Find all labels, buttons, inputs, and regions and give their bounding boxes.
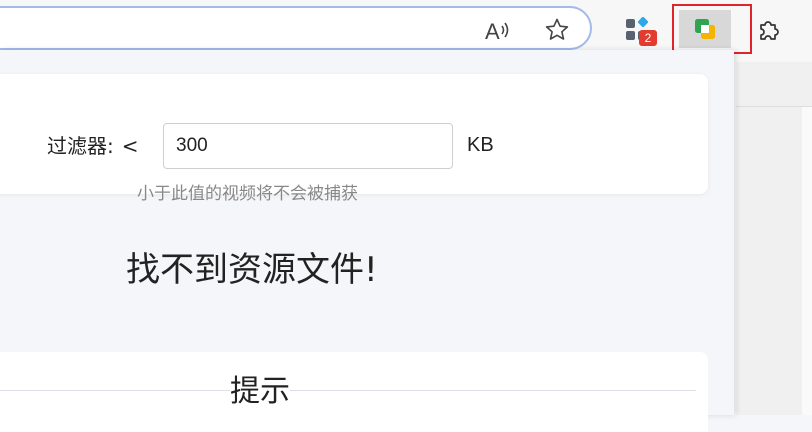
extensions-badge: 2 [639, 30, 657, 46]
puzzle-icon[interactable] [752, 14, 786, 46]
video-downloader-extension-icon[interactable] [679, 10, 731, 48]
filter-unit-label: KB [467, 134, 494, 156]
filter-card: 过滤器:< KB 小于此值的视频将不会被捕获 [0, 74, 708, 204]
read-aloud-icon[interactable]: A [480, 14, 514, 46]
empty-resources-message: 找不到资源文件! [126, 250, 378, 290]
extension-popup: 过滤器:< KB 小于此值的视频将不会被捕获 找不到资源文件! 提示 [0, 50, 734, 432]
tips-card: 提示 [0, 352, 708, 432]
favorite-star-icon[interactable] [540, 14, 574, 46]
tips-title: 提示 [230, 366, 290, 410]
active-extension-highlight[interactable] [672, 4, 752, 54]
divider [736, 106, 812, 107]
filter-hint: 小于此值的视频将不会被捕获 [137, 184, 358, 204]
page-scroll-strip [802, 107, 812, 415]
extensions-apps-icon[interactable]: 2 [620, 14, 660, 50]
page-background-right [736, 62, 812, 415]
svg-text:A: A [485, 19, 500, 43]
filter-size-input[interactable] [163, 123, 453, 169]
filter-label: 过滤器: < [47, 134, 139, 158]
tips-divider [0, 390, 696, 391]
